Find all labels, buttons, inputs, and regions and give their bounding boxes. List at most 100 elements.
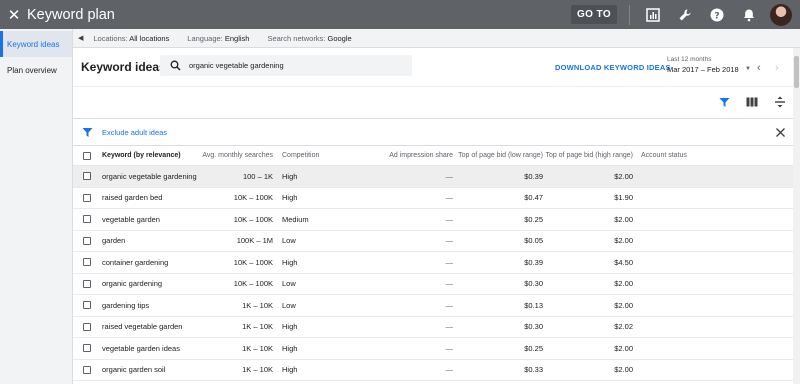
row-checkbox[interactable] <box>83 338 92 359</box>
row-checkbox[interactable] <box>83 295 92 316</box>
locations-filter[interactable]: Locations: All locations <box>93 34 169 43</box>
collapse-sidebar-icon[interactable]: ◀ <box>78 34 83 42</box>
section-title: Keyword ideas <box>81 60 166 74</box>
sidebar: Keyword ideas Plan overview <box>0 29 73 384</box>
wrench-icon[interactable] <box>674 4 696 26</box>
date-range-selector[interactable]: Last 12 months Mar 2017 – Feb 2018 <box>667 56 739 74</box>
locations-value: All locations <box>129 33 170 43</box>
bid-low-cell: $0.13 <box>524 300 543 310</box>
bid-high-cell: $4.50 <box>614 257 633 267</box>
row-checkbox[interactable] <box>83 209 92 230</box>
column-header-account-status[interactable]: Account status <box>641 146 687 165</box>
competition-cell: High <box>282 193 298 203</box>
help-icon[interactable]: ? <box>706 4 728 26</box>
search-input[interactable]: organic vegetable gardening <box>160 55 412 76</box>
avg-searches-cell: 10K – 100K <box>233 257 273 267</box>
competition-cell: Low <box>282 236 296 246</box>
row-checkbox[interactable] <box>83 274 92 295</box>
column-header-competition[interactable]: Competition <box>282 146 319 165</box>
close-icon[interactable] <box>774 126 786 138</box>
sidebar-item-plan-overview[interactable]: Plan overview <box>0 57 72 83</box>
avg-searches-cell: 1K – 10K <box>242 322 273 332</box>
table-row[interactable]: vegetable garden ideas 1K – 10K High — $0.25… <box>73 338 793 360</box>
download-keyword-ideas-button[interactable]: DOWNLOAD KEYWORD IDEAS <box>555 63 671 72</box>
column-header-avg-searches[interactable]: Avg. monthly searches <box>201 146 273 165</box>
bid-low-cell: $0.25 <box>524 343 543 353</box>
bid-high-cell: $2.00 <box>614 343 633 353</box>
avg-searches-cell: 100K – 1M <box>236 236 273 246</box>
bell-icon[interactable] <box>738 4 760 26</box>
column-header-impression-share[interactable]: Ad impression share <box>373 146 453 165</box>
avatar[interactable] <box>770 3 792 26</box>
chevron-left-icon[interactable]: ‹ <box>757 62 761 74</box>
avg-searches-cell: 10K – 100K <box>233 193 273 203</box>
table-row[interactable]: garden 100K – 1M Low — $0.05 $2.00 <box>73 231 793 252</box>
competition-cell: High <box>282 171 298 181</box>
row-checkbox[interactable] <box>83 252 92 273</box>
table-row[interactable]: vegetable garden 10K – 100K Medium — $0.25 $2… <box>73 209 793 231</box>
column-header-bid-high[interactable]: Top of page bid (high range) <box>545 146 633 165</box>
impression-share-cell: — <box>445 214 454 224</box>
keyword-cell: vegetable garden <box>102 214 160 224</box>
select-all-checkbox[interactable] <box>83 146 92 165</box>
filter-icon[interactable] <box>716 94 732 110</box>
networks-filter[interactable]: Search networks: Google <box>267 34 351 43</box>
table-row[interactable]: gardening tips 1K – 10K Low — $0.13 $2.00 <box>73 295 793 317</box>
bid-low-cell: $0.30 <box>524 279 543 289</box>
row-checkbox[interactable] <box>83 317 92 338</box>
search-value: organic vegetable gardening <box>189 61 284 70</box>
column-header-keyword[interactable]: Keyword (by relevance) <box>102 146 181 165</box>
keyword-cell: gardening tips <box>102 300 150 310</box>
row-checkbox[interactable] <box>83 188 92 209</box>
bid-low-cell: $0.05 <box>524 236 543 246</box>
filter-icon <box>82 127 94 138</box>
divider <box>629 4 630 25</box>
top-app-bar: ✕ Keyword plan GO TO ? <box>0 0 800 29</box>
bid-high-cell: $2.00 <box>614 236 633 246</box>
row-checkbox[interactable] <box>83 360 92 381</box>
keyword-cell: organic vegetable gardening <box>102 171 197 181</box>
avg-searches-cell: 10K – 100K <box>233 214 273 224</box>
avg-searches-cell: 100 – 1K <box>242 171 273 181</box>
column-header-bid-low[interactable]: Top of page bid (low range) <box>458 146 543 165</box>
page-title: Keyword plan <box>27 6 115 23</box>
keyword-cell: organic gardening <box>102 279 163 289</box>
exclude-adult-ideas-link[interactable]: Exclude adult ideas <box>102 128 167 137</box>
avg-searches-cell: 1K – 10K <box>242 365 273 375</box>
date-range-label: Last 12 months <box>667 56 712 63</box>
table-row[interactable]: raised garden bed 10K – 100K High — $0.47 $1.… <box>73 188 793 209</box>
columns-icon[interactable] <box>744 94 760 110</box>
scrollbar-thumb[interactable] <box>794 56 799 88</box>
competition-cell: High <box>282 343 298 353</box>
locations-label: Locations: <box>93 33 128 43</box>
reports-icon[interactable] <box>642 4 664 26</box>
search-icon <box>170 60 184 71</box>
table-row[interactable]: organic garden soil 1K – 10K High — $0.33 $2.… <box>73 360 793 381</box>
chevron-right-icon[interactable]: › <box>775 62 779 74</box>
bid-low-cell: $0.39 <box>524 171 543 181</box>
sidebar-item-keyword-ideas[interactable]: Keyword ideas <box>0 31 72 57</box>
table-row[interactable]: organic vegetable gardening 100 – 1K High —… <box>73 166 793 188</box>
keyword-cell: raised garden bed <box>102 193 163 203</box>
bid-high-cell: $2.00 <box>614 365 633 375</box>
bid-low-cell: $0.30 <box>524 322 543 332</box>
segment-icon[interactable] <box>772 94 788 110</box>
table-row[interactable]: organic gardening 10K – 100K Low — $0.30 $2.0… <box>73 274 793 295</box>
row-checkbox[interactable] <box>83 166 92 187</box>
scrollbar[interactable] <box>793 48 800 384</box>
row-checkbox[interactable] <box>83 231 92 252</box>
impression-share-cell: — <box>445 279 454 289</box>
date-range-value: Mar 2017 – Feb 2018 <box>667 65 739 74</box>
bid-low-cell: $0.39 <box>524 257 543 267</box>
divider <box>73 86 793 87</box>
impression-share-cell: — <box>445 193 454 203</box>
table-row[interactable]: container gardening 10K – 100K High — $0.39 $… <box>73 252 793 274</box>
close-icon[interactable]: ✕ <box>5 6 23 24</box>
table-row[interactable]: raised vegetable garden 1K – 10K High — $0.3… <box>73 317 793 338</box>
impression-share-cell: — <box>445 257 454 267</box>
goto-button[interactable]: GO TO <box>570 5 617 24</box>
language-filter[interactable]: Language: English <box>187 34 249 43</box>
bid-high-cell: $2.00 <box>614 300 633 310</box>
bid-low-cell: $0.47 <box>524 193 543 203</box>
dropdown-icon[interactable]: ▼ <box>745 66 751 72</box>
